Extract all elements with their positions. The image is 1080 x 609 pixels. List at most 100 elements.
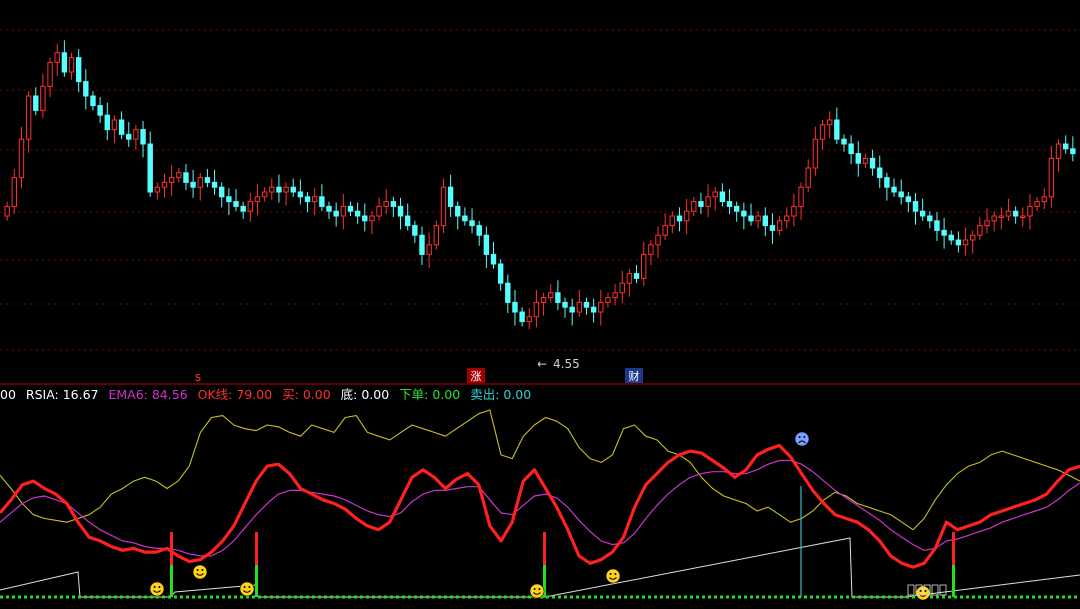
candle-body: [1048, 157, 1055, 198]
order-signal-bar: [255, 565, 258, 597]
legend-lead: 00: [0, 387, 16, 402]
candle-body: [25, 95, 32, 140]
candle-body: [11, 177, 18, 207]
smiley-buy-icon: [915, 585, 931, 601]
candle-body: [233, 201, 239, 207]
candle-body: [512, 301, 518, 313]
candle-body: [462, 215, 468, 222]
candle-body: [1070, 148, 1076, 155]
legend-ema6: EMA6: 84.56: [108, 387, 188, 402]
candle-body: [891, 186, 897, 193]
candle-body: [1034, 201, 1040, 207]
order-signal-bar: [170, 565, 173, 597]
candle-body: [1062, 143, 1069, 150]
candle-body: [269, 186, 275, 193]
candle-body: [397, 205, 404, 217]
candle-body: [884, 177, 890, 188]
frown-sell-icon: [794, 431, 810, 447]
candle-body: [862, 157, 869, 164]
candle-body: [168, 177, 175, 183]
candle-body: [376, 205, 382, 217]
candle-body: [111, 119, 118, 131]
buy-signal-bar: [170, 532, 173, 565]
candle-body: [304, 196, 311, 203]
candle-body: [1041, 196, 1047, 203]
candle-body: [426, 244, 432, 255]
candle-body: [54, 52, 60, 63]
smiley-buy-icon: [529, 583, 545, 599]
candle-body: [784, 215, 790, 222]
candle-body: [133, 129, 139, 140]
candle-body: [247, 201, 254, 212]
candle-body: [433, 225, 439, 246]
candle-body: [984, 220, 990, 227]
ema6-line: [0, 459, 1080, 557]
smiley-buy-icon: [192, 564, 208, 580]
candle-body: [748, 215, 754, 222]
candle-body: [154, 186, 161, 193]
candle-body: [970, 234, 976, 241]
candle-body: [705, 196, 711, 207]
candle-body: [934, 220, 940, 231]
candle-body: [655, 234, 661, 246]
candle-body: [40, 85, 46, 111]
candle-body: [118, 119, 125, 135]
candle-body: [540, 297, 547, 303]
candle-body: [841, 138, 847, 145]
candle-body: [533, 301, 540, 318]
candle-body: [819, 124, 826, 140]
candle-body: [590, 306, 597, 313]
candle-body: [283, 186, 289, 193]
candle-body: [390, 201, 397, 207]
candle-body: [90, 95, 96, 107]
candle-body: [1027, 205, 1033, 217]
candle-body: [455, 205, 461, 217]
candle-body: [1055, 143, 1062, 159]
candle-body: [869, 157, 876, 169]
candle-body: [719, 191, 726, 203]
candle-body: [469, 220, 475, 227]
cai-marker[interactable]: 财: [629, 369, 640, 383]
candle-body: [240, 205, 246, 212]
candle-body: [47, 61, 53, 87]
zhang-marker[interactable]: 涨: [471, 370, 482, 383]
candle-body: [126, 133, 132, 140]
candle-body: [919, 210, 926, 217]
legend-rsia: RSIA: 16.67: [25, 387, 99, 402]
candle-body: [691, 201, 697, 212]
candle-body: [834, 119, 840, 140]
candle-body: [769, 225, 776, 231]
candle-body: [676, 215, 683, 222]
candle-body: [1012, 210, 1019, 217]
buy-signal-bar: [255, 532, 258, 565]
candle-body: [826, 119, 833, 126]
candle-body: [18, 138, 25, 179]
candle-body: [404, 215, 411, 227]
candle-body: [955, 239, 962, 246]
candle-body: [812, 138, 819, 169]
smiley-buy-icon: [239, 581, 255, 597]
flag-box: [907, 584, 915, 596]
smiley-buy-icon: [605, 568, 621, 584]
candle-body: [254, 196, 261, 203]
candle-body: [490, 253, 497, 265]
candle-body: [619, 282, 625, 294]
s-marker[interactable]: s: [195, 370, 201, 384]
candle-body: [612, 292, 618, 299]
candle-body: [576, 301, 583, 313]
indicator-legend: 00 RSIA: 16.67 EMA6: 84.56 OK线: 79.00 买:…: [0, 385, 531, 405]
legend-sell: 卖出: 0.00: [470, 387, 532, 402]
candle-body: [419, 234, 425, 255]
candle-body: [211, 181, 218, 188]
stock-chart[interactable]: s 涨 财 ← 4.55: [0, 0, 1080, 609]
candle-body: [276, 186, 282, 193]
candle-body: [562, 301, 568, 308]
candle-body: [662, 225, 668, 236]
candle-body: [497, 263, 504, 284]
candle-body: [683, 210, 690, 222]
low-price-label: 4.55: [553, 357, 580, 371]
legend-buy: 买: 0.00: [282, 387, 331, 402]
candle-body: [204, 177, 211, 183]
candle-body: [61, 52, 68, 73]
candle-body: [548, 292, 554, 299]
